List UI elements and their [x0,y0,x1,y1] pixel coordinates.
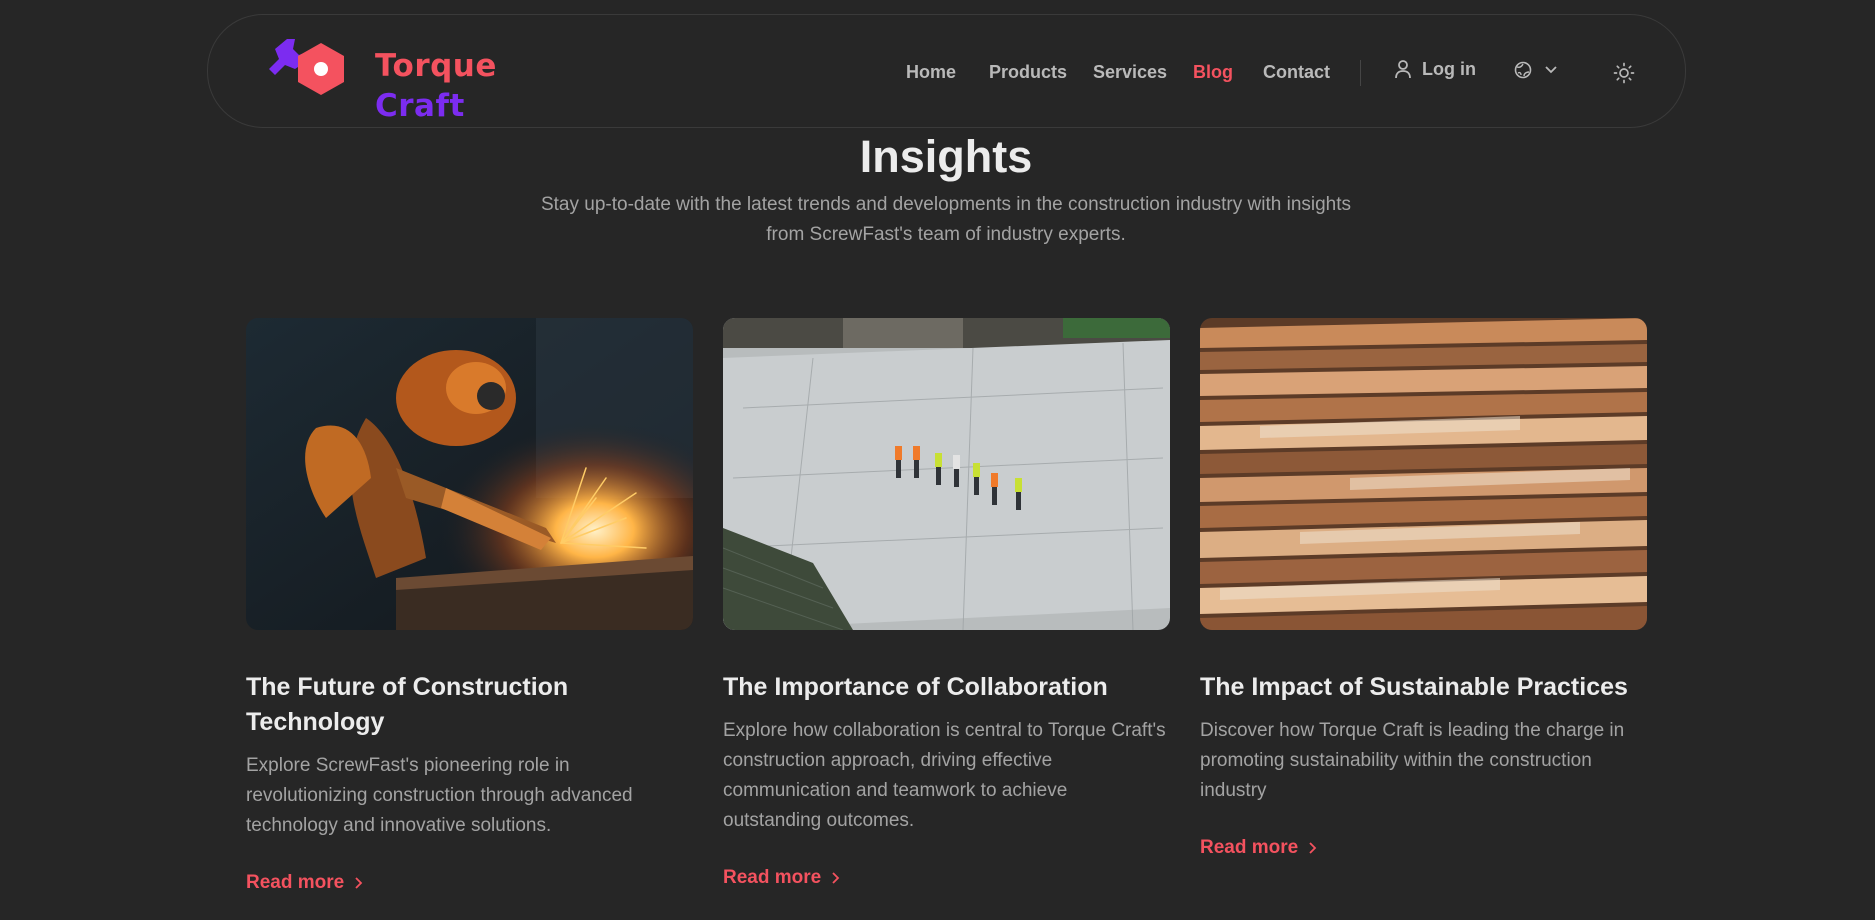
nav-link-contact[interactable]: Contact [1263,63,1330,81]
read-more-label: Read more [246,872,345,893]
card-description: Explore how collaboration is central to … [723,720,1166,831]
site-header: Torque Craft Home Products Services Blog… [207,14,1686,128]
card-description: Discover how Torque Craft is leading the… [1200,720,1625,801]
card-title[interactable]: The Importance of Collaboration [723,670,1170,705]
nav-link-blog[interactable]: Blog [1193,63,1233,81]
sun-icon[interactable] [1612,61,1636,85]
blog-card: The Importance of Collaboration Explore … [723,318,1170,887]
card-title[interactable]: The Impact of Sustainable Practices [1200,670,1647,705]
page-subtitle: Stay up-to-date with the latest trends a… [540,194,1352,245]
login-label: Log in [1422,59,1476,79]
page-title: Insights [859,131,1033,182]
card-title[interactable]: The Future of Construction Technology [246,670,693,740]
nav-link-services[interactable]: Services [1093,63,1167,81]
main-nav: Home Products Services Blog Contact Log … [208,15,1685,129]
globe-icon [1514,61,1532,79]
read-more-label: Read more [723,867,822,888]
user-icon [1395,60,1411,79]
nav-link-products[interactable]: Products [989,63,1067,81]
construction-site-image[interactable] [723,318,1170,630]
read-more-label: Read more [1200,837,1299,858]
read-more-link[interactable]: Read more [246,873,364,892]
chevron-right-icon [1309,841,1317,854]
language-selector[interactable] [1514,61,1558,79]
login-button[interactable]: Log in [1394,59,1476,79]
chevron-down-icon [1545,66,1557,74]
card-description: Explore ScrewFast's pioneering role in r… [246,755,633,836]
blog-card: The Impact of Sustainable Practices Disc… [1200,318,1647,857]
read-more-link[interactable]: Read more [1200,838,1318,857]
blog-card: The Future of Construction Technology Ex… [246,318,693,892]
nav-link-home[interactable]: Home [906,63,956,81]
read-more-link[interactable]: Read more [723,868,841,887]
robot-welding-image[interactable] [246,318,693,630]
nav-divider [1360,60,1361,86]
stacked-lumber-image[interactable] [1200,318,1647,630]
chevron-right-icon [832,871,840,884]
chevron-right-icon [355,876,363,889]
